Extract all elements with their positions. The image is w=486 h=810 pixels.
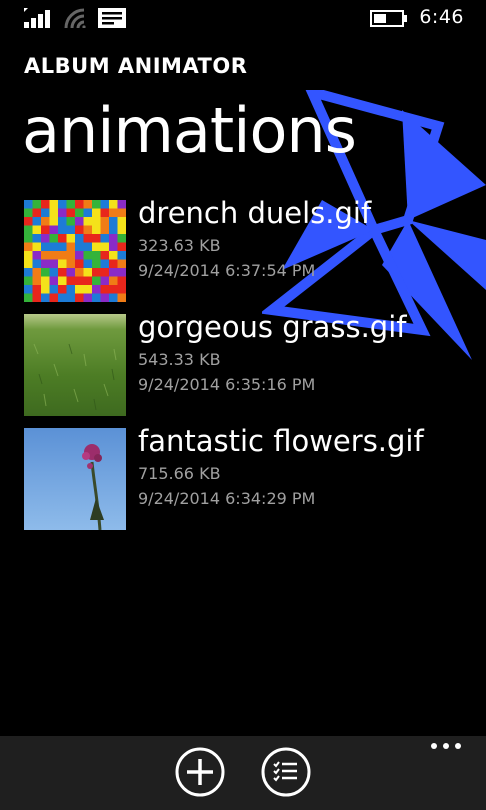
ellipsis-icon[interactable] (430, 738, 462, 754)
file-date: 9/24/2014 6:35:16 PM (138, 375, 316, 394)
list-item[interactable]: fantastic flowers.gif 715.66 KB 9/24/201… (0, 424, 486, 530)
file-name: drench duels.gif (138, 196, 372, 230)
select-list-icon[interactable] (260, 746, 312, 798)
file-size: 323.63 KB (138, 236, 221, 255)
thumbnail-grass (24, 314, 126, 416)
file-date: 9/24/2014 6:34:29 PM (138, 489, 316, 508)
thumbnail-flower-sky (24, 428, 126, 530)
thumbnail-colorful-grid (24, 200, 126, 302)
status-bar: 6:46 (0, 0, 486, 36)
list-item[interactable]: gorgeous grass.gif 543.33 KB 9/24/2014 6… (0, 310, 486, 416)
add-icon[interactable] (174, 746, 226, 798)
app-title: ALBUM ANIMATOR (24, 54, 248, 78)
message-icon (98, 8, 126, 28)
file-name: fantastic flowers.gif (138, 424, 424, 458)
signal-icon (24, 8, 50, 28)
app-bar (0, 736, 486, 810)
file-size: 715.66 KB (138, 464, 221, 483)
list-item[interactable]: drench duels.gif 323.63 KB 9/24/2014 6:3… (0, 196, 486, 302)
page-title: animations (22, 94, 357, 167)
file-date: 9/24/2014 6:37:54 PM (138, 261, 316, 280)
status-time: 6:46 (419, 6, 464, 28)
file-name: gorgeous grass.gif (138, 310, 407, 344)
wifi-icon (64, 8, 86, 28)
battery-icon (370, 10, 407, 27)
file-size: 543.33 KB (138, 350, 221, 369)
